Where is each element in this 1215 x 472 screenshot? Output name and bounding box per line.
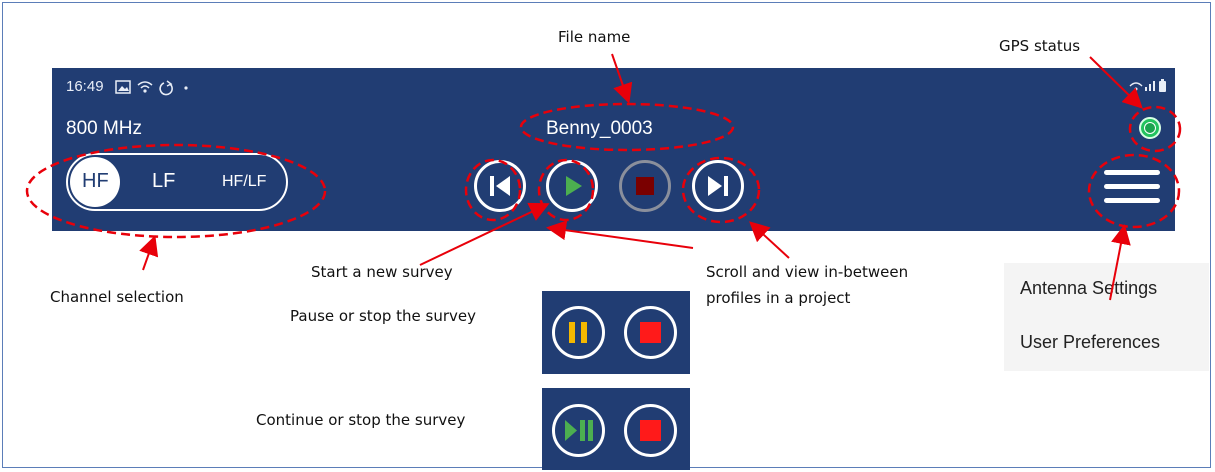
callout-channel	[25, 143, 327, 239]
callout-file-name	[519, 102, 735, 152]
callout-start	[537, 158, 595, 222]
callout-gps	[1128, 105, 1182, 153]
callout-overlay	[25, 53, 1182, 301]
callout-next	[681, 156, 761, 224]
callout-menu	[1087, 153, 1181, 229]
callout-prev	[464, 158, 522, 222]
